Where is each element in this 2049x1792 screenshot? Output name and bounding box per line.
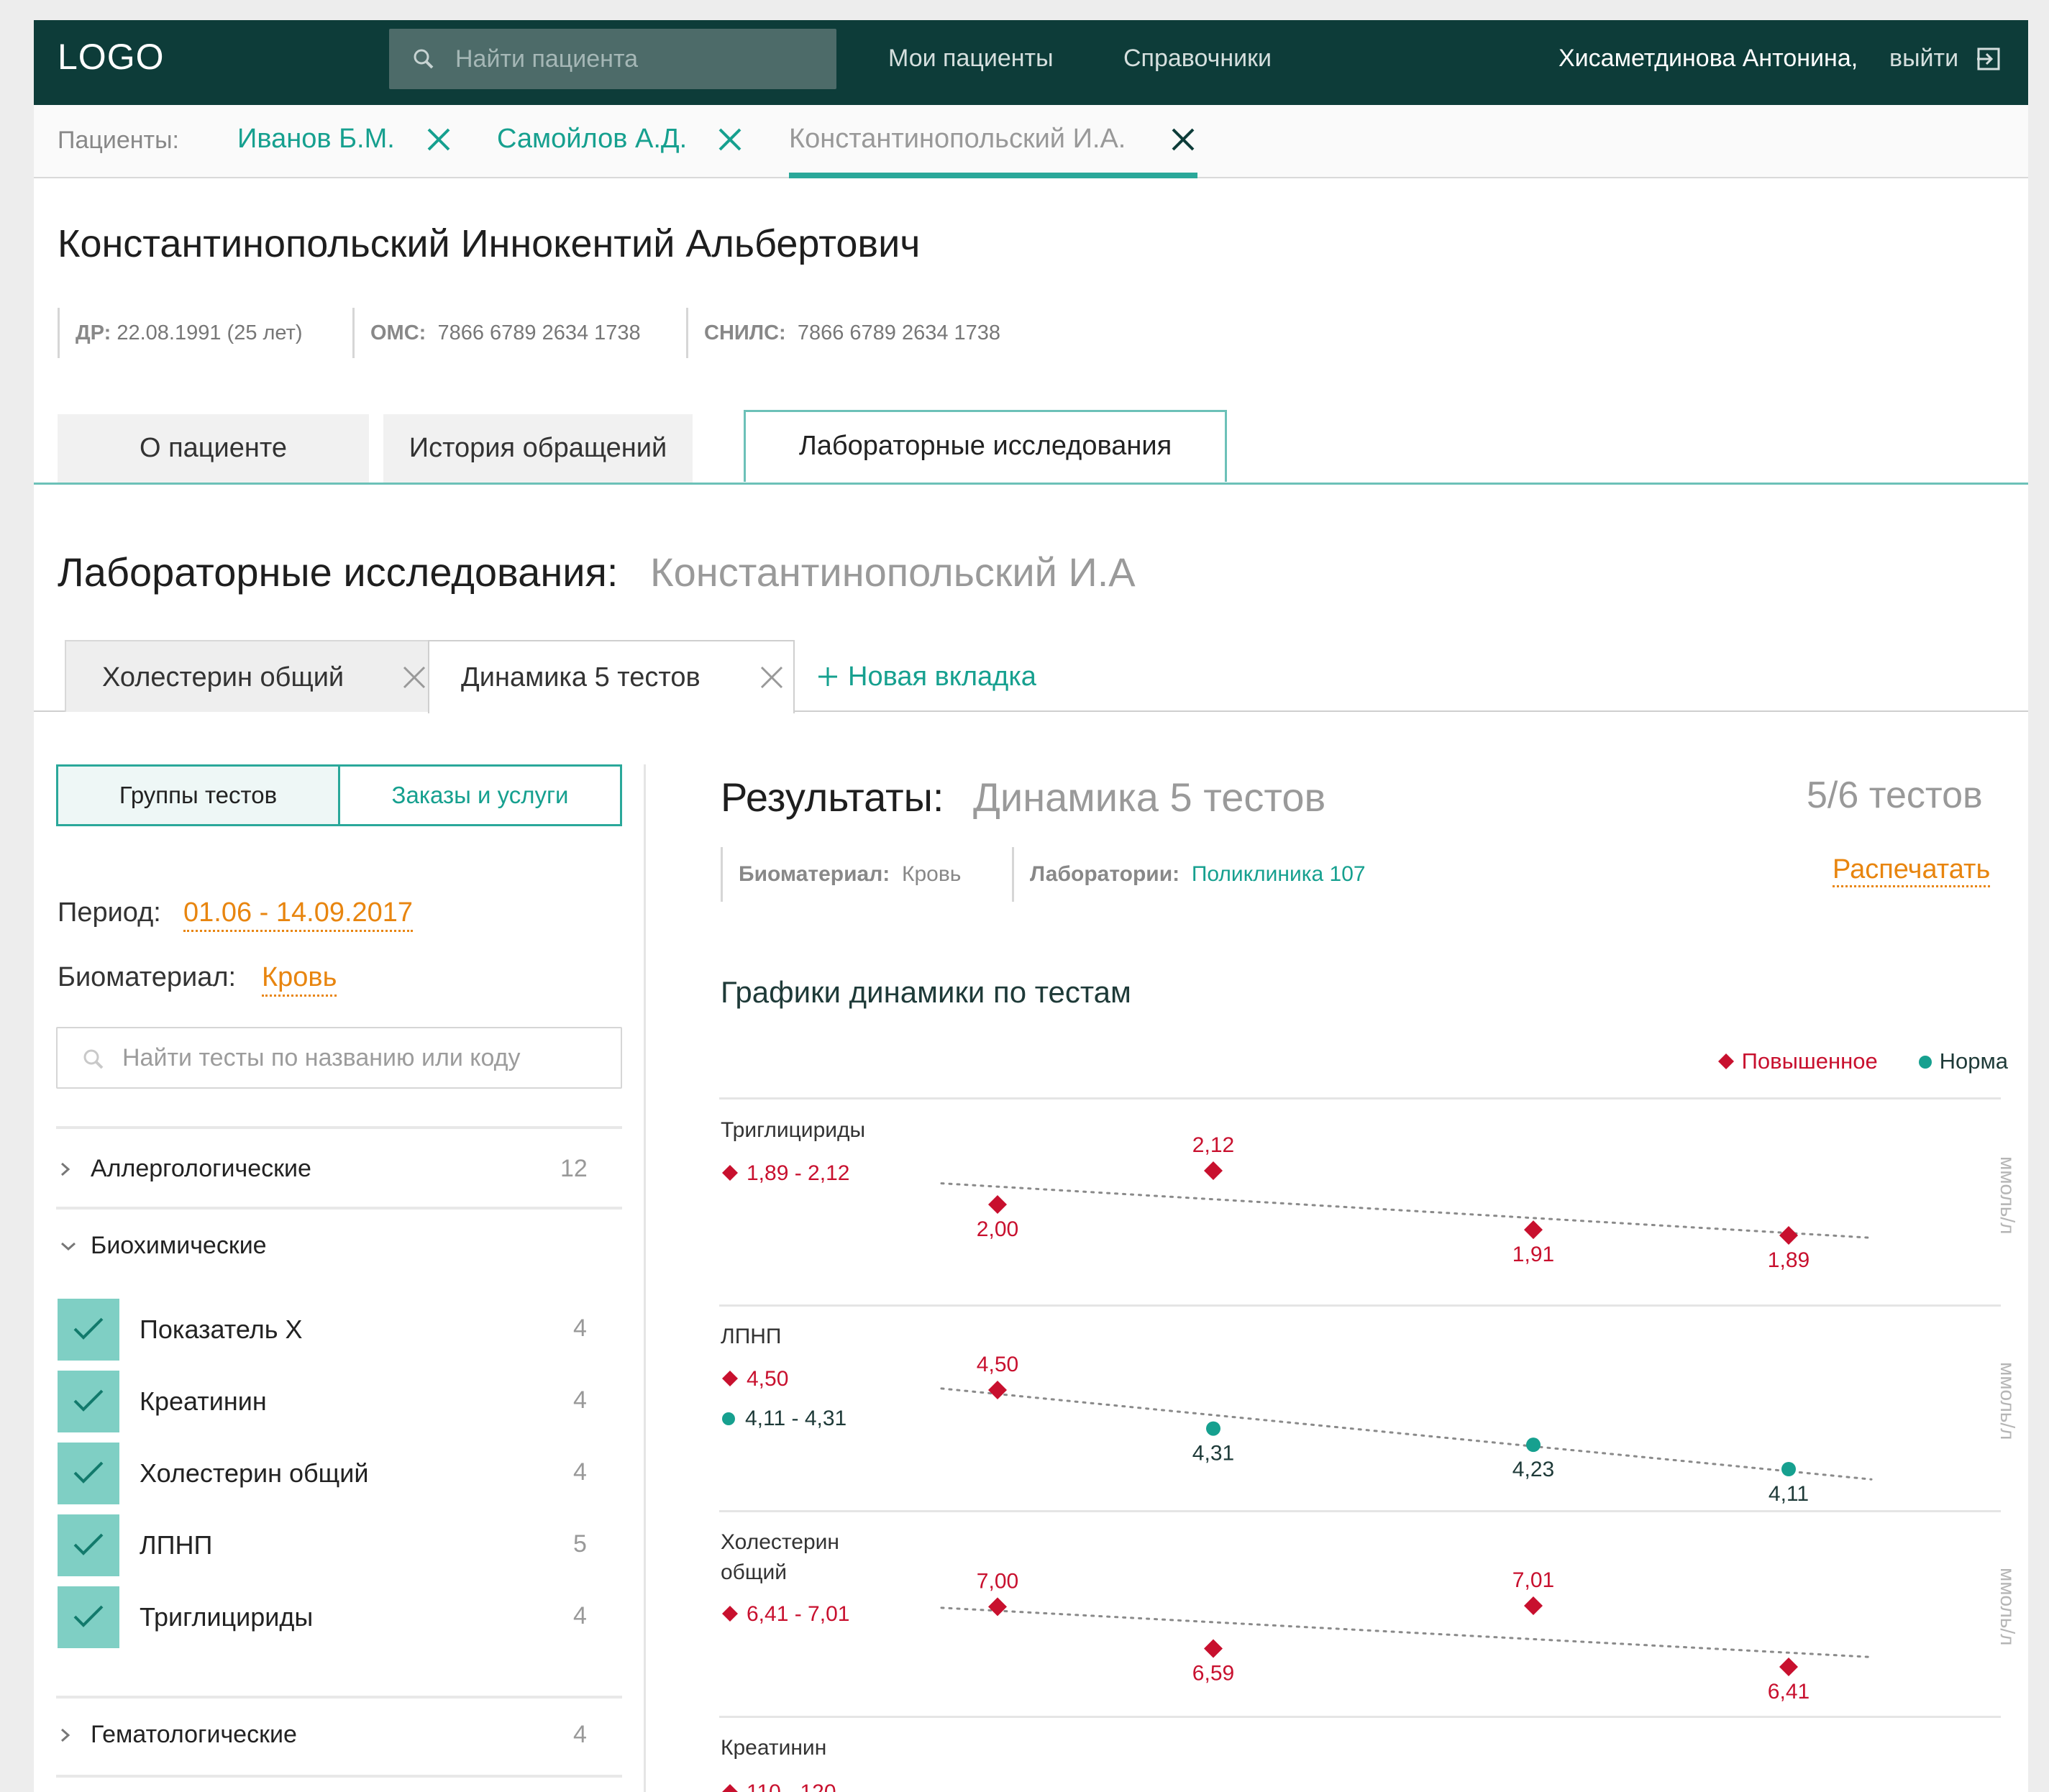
data-point[interactable]	[988, 1381, 1007, 1399]
data-point[interactable]	[1526, 1437, 1541, 1453]
trend-line	[940, 1387, 1873, 1481]
data-point[interactable]	[1781, 1462, 1796, 1476]
data-point[interactable]	[1204, 1161, 1223, 1180]
data-label: 4,50	[977, 1353, 1018, 1376]
data-label: 4,23	[1512, 1458, 1554, 1481]
data-point[interactable]	[1524, 1220, 1543, 1240]
data-point[interactable]	[1206, 1421, 1220, 1436]
data-point[interactable]	[988, 1194, 1007, 1214]
trend-line	[940, 1182, 1873, 1239]
data-point[interactable]	[1779, 1226, 1798, 1245]
data-point[interactable]	[1204, 1639, 1223, 1658]
data-point[interactable]	[1779, 1658, 1798, 1676]
data-label: 2,00	[977, 1217, 1018, 1241]
data-label: 6,41	[1768, 1680, 1810, 1704]
data-label: 7,00	[977, 1569, 1018, 1593]
data-label: 6,59	[1192, 1662, 1234, 1686]
data-label: 4,31	[1192, 1442, 1234, 1466]
data-label: 1,89	[1768, 1248, 1810, 1272]
data-point[interactable]	[1524, 1596, 1543, 1615]
app-window: LOGO Найти пациента Мои пациенты Справоч…	[34, 20, 2028, 1792]
data-label: 7,01	[1512, 1568, 1554, 1592]
dynamics-charts: 2,00 2,12 1,91 1,89 4,50 4,31 4,23 4,11 7,00 6,59…	[940, 1133, 1873, 1704]
data-label: 2,12	[1192, 1133, 1234, 1157]
data-label: 1,91	[1512, 1243, 1554, 1266]
trend-line	[940, 1606, 1873, 1658]
data-label: 4,11	[1769, 1482, 1809, 1506]
data-point[interactable]	[988, 1597, 1007, 1617]
